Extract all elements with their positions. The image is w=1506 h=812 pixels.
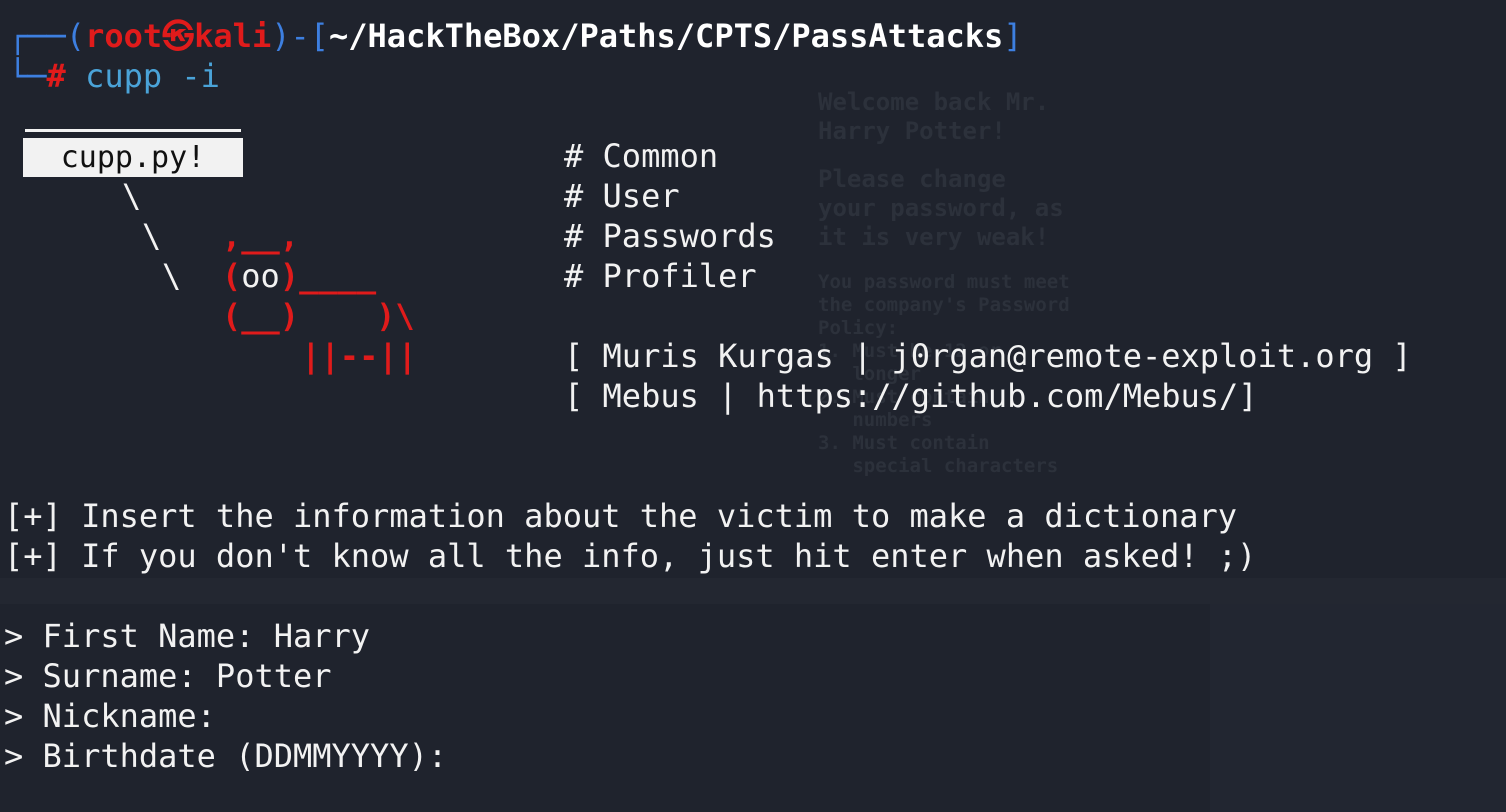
first-name-value: Harry (273, 617, 371, 655)
cupp-bubble: cupp.py! (23, 138, 243, 177)
ghost-devtools-panel (1210, 604, 1506, 812)
surname-value: Potter (215, 657, 332, 695)
ghost-devtools-bar (0, 578, 1506, 604)
art-face: (oo)____ (222, 257, 377, 295)
prompt-host: kali (194, 17, 272, 55)
input-nickname[interactable]: > Nickname: (4, 696, 235, 736)
info-profiler: # Profiler (564, 257, 757, 295)
command-line[interactable]: └─# cupp -i (8, 56, 220, 96)
bubble-top-border (25, 129, 241, 132)
command-text: cupp -i (85, 57, 220, 95)
prompt-user: root (85, 17, 163, 55)
art-body: (__) )\ (222, 297, 415, 335)
art-backslash-1: \ (122, 177, 142, 215)
message-insert-info: [+] Insert the information about the vic… (4, 497, 1237, 535)
input-first-name[interactable]: > First Name: Harry (4, 616, 370, 656)
art-backslash-3: \ (162, 257, 182, 295)
art-backslash-2: \ (142, 217, 162, 255)
art-legs: ||--|| (282, 337, 437, 375)
prompt-path: ~/HackTheBox/Paths/CPTS/PassAttacks (329, 17, 1004, 55)
prompt-symbol: # (46, 57, 66, 95)
prompt-line: ┌──(root㉿kali)-[~/HackTheBox/Paths/CPTS/… (8, 17, 1023, 55)
kali-skull-icon: ㉿ (162, 17, 195, 55)
art-ears: ,__, (222, 217, 300, 255)
input-birthdate[interactable]: > Birthdate (DDMMYYYY): (4, 736, 466, 776)
terminal-window[interactable]: Welcome back Mr. Harry Potter! Please ch… (0, 0, 1506, 812)
message-hit-enter: [+] If you don't know all the info, just… (4, 537, 1257, 575)
ghost-welcome: Welcome back Mr. Harry Potter! (818, 88, 1050, 145)
input-surname[interactable]: > Surname: Potter (4, 656, 332, 696)
info-user: # User (564, 177, 680, 215)
credit-muris: [ Muris Kurgas | j0rgan@remote-exploit.o… (564, 337, 1412, 375)
ghost-change-password: Please change your password, as it is ve… (818, 165, 1064, 251)
info-common: # Common (564, 137, 719, 175)
credit-mebus: [ Mebus | https://github.com/Mebus/] (564, 377, 1258, 415)
info-passwords: # Passwords (564, 217, 776, 255)
